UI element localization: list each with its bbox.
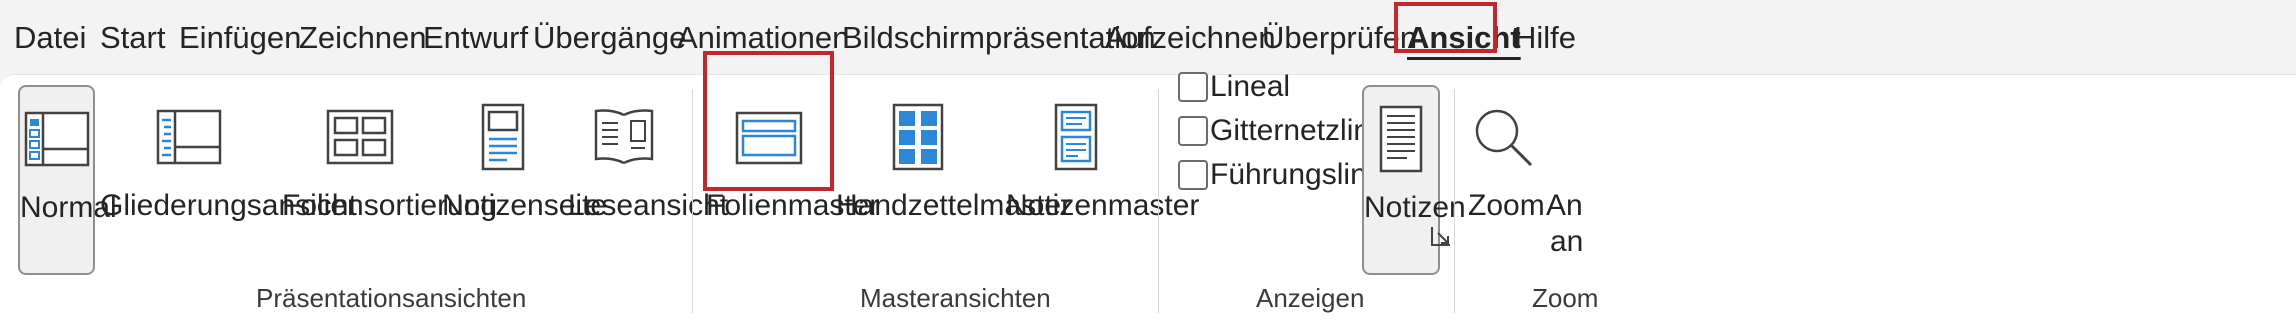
- zoom-icon: [1475, 109, 1533, 167]
- ruler-checkbox-box[interactable]: [1178, 72, 1208, 102]
- group-label-presentation-views: Präsentationsansichten: [256, 283, 527, 313]
- normal-view-icon: [24, 111, 89, 167]
- reading-view-label: Leseansicht: [568, 189, 729, 222]
- handout-master-button[interactable]: Handzettelmaster: [836, 85, 1072, 275]
- tab-zeichnen[interactable]: Zeichnen: [299, 18, 427, 58]
- tab-animationen[interactable]: Animationen: [677, 18, 849, 58]
- outline-view-button[interactable]: Gliederungsansicht: [100, 85, 357, 275]
- notes-page-button[interactable]: Notizenseite: [442, 85, 608, 275]
- zoom-label: Zoom: [1468, 189, 1545, 222]
- outline-view-label: Gliederungsansicht: [100, 189, 357, 222]
- dialog-launcher-icon[interactable]: [1428, 223, 1454, 249]
- slide-master-icon: [735, 111, 803, 165]
- tab-ansicht[interactable]: Ansicht: [1407, 18, 1521, 58]
- notes-master-icon: [1054, 103, 1098, 171]
- slide-sorter-button[interactable]: Foliensortierung: [282, 85, 498, 275]
- group-separator: [692, 89, 693, 313]
- notes-icon: [1379, 105, 1423, 173]
- fit-to-window-label-line1: An: [1546, 189, 1583, 222]
- gridlines-checkbox[interactable]: Gitternetzlinien: [1178, 109, 1410, 153]
- group-separator: [1158, 89, 1159, 313]
- notes-page-label: Notizenseite: [442, 189, 608, 222]
- slide-master-label: Folienmaster: [706, 189, 880, 222]
- notes-master-label: Notizenmaster: [1006, 189, 1200, 222]
- reading-view-icon: [594, 109, 654, 165]
- handout-master-label: Handzettelmaster: [836, 189, 1072, 222]
- zoom-button[interactable]: Zoom: [1468, 85, 1545, 275]
- normal-view-label: Normal: [20, 191, 117, 224]
- reading-view-button[interactable]: Leseansicht: [568, 85, 729, 275]
- tab-hilfe[interactable]: Hilfe: [1514, 18, 1576, 58]
- tab-entwurf[interactable]: Entwurf: [423, 18, 528, 58]
- tab-einfuegen[interactable]: Einfügen: [179, 18, 301, 58]
- group-label-zoom: Zoom: [1532, 283, 1599, 313]
- ruler-checkbox-label: Lineal: [1210, 70, 1291, 103]
- handout-master-icon: [892, 103, 944, 171]
- tab-ueberpruefen[interactable]: Überprüfen: [1262, 18, 1417, 58]
- ribbon: Normal Gliederungsansicht Foliensortieru…: [0, 70, 2296, 326]
- group-label-show: Anzeigen: [1256, 283, 1365, 313]
- tab-uebergaenge[interactable]: Übergänge: [533, 18, 686, 58]
- tab-aufzeichnen[interactable]: Aufzeichnen: [1105, 18, 1276, 58]
- group-label-master-views: Masteransichten: [860, 283, 1051, 313]
- slide-sorter-label: Foliensortierung: [282, 189, 498, 222]
- slide-sorter-icon: [326, 109, 394, 165]
- tab-start[interactable]: Start: [100, 18, 165, 58]
- outline-view-icon: [156, 109, 222, 165]
- tab-datei[interactable]: Datei: [14, 18, 86, 58]
- group-separator: [1454, 89, 1455, 313]
- gridlines-checkbox-box[interactable]: [1178, 116, 1208, 146]
- fit-to-window-label-line2: an: [1550, 225, 1584, 258]
- guides-checkbox[interactable]: Führungslinien: [1178, 153, 1407, 197]
- fit-to-window-button[interactable]: An an: [1542, 85, 1583, 275]
- notes-master-button[interactable]: Notizenmaster: [1006, 85, 1200, 275]
- slide-master-button[interactable]: Folienmaster: [706, 85, 880, 275]
- ruler-checkbox[interactable]: Lineal: [1178, 65, 1298, 109]
- guides-checkbox-box[interactable]: [1178, 160, 1208, 190]
- normal-view-button[interactable]: Normal: [18, 85, 117, 275]
- notes-page-icon: [481, 103, 525, 171]
- notes-toggle-label: Notizen: [1364, 191, 1466, 224]
- menu-bar: Datei Start Einfügen Zeichnen Entwurf Üb…: [0, 0, 2296, 74]
